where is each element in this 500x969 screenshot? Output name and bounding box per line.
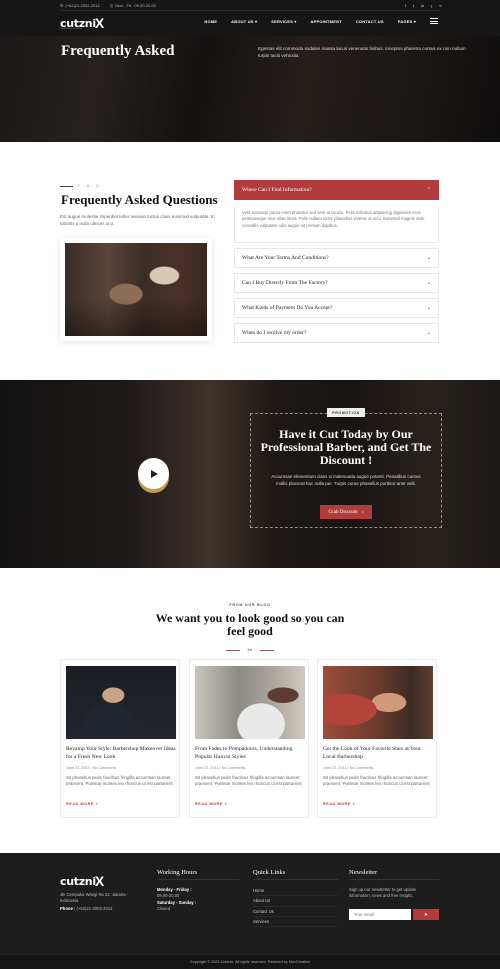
chevron-up-icon: ⌃: [426, 188, 431, 193]
grab-discount-button[interactable]: Grab Discount ›: [320, 505, 372, 519]
facebook-icon[interactable]: f: [405, 3, 406, 8]
blog-heading: We want you to look good so you can feel…: [155, 611, 345, 638]
blog-excerpt: Sit phasellus pede faucibus fringilla ac…: [323, 775, 430, 787]
email-input[interactable]: [349, 909, 411, 920]
blog-meta: June 23, 2023 • No Comments: [195, 766, 246, 770]
blog-card: Revamp Your Style: Barbershop Makeover I…: [60, 659, 180, 818]
more-icon[interactable]: ∞: [439, 3, 442, 8]
promo-title: Have it Cut Today by Our Professional Ba…: [260, 427, 432, 467]
subscribe-button[interactable]: ➤: [413, 909, 439, 920]
faq-item[interactable]: What Are Your Terms And Conditions? ⌄: [234, 248, 439, 268]
faq-item[interactable]: What Kinds of Payment Do You Accept? ⌄: [234, 298, 439, 318]
phone-icon: ✆: [60, 3, 64, 8]
quick-links-heading: Quick Links: [253, 869, 286, 876]
faq-item[interactable]: When do I receive my order? ⌄: [234, 323, 439, 343]
send-icon: ➤: [423, 911, 429, 918]
twitter-icon[interactable]: t: [413, 3, 414, 8]
scissors-icon: ✂: [247, 648, 253, 654]
barber-photo: [60, 238, 212, 341]
site-logo[interactable]: cutzni X The Professional Barber: [60, 14, 104, 32]
blog-title[interactable]: Revamp Your Style: Barbershop Makeover I…: [66, 745, 178, 761]
chevron-down-icon: ⌄: [426, 306, 431, 311]
working-hours-heading: Working Hours: [157, 869, 198, 876]
faq-heading: Frequently Asked Questions: [61, 192, 218, 207]
working-hours: Monday - Friday : 09.00-20.00 Saturday -…: [157, 887, 197, 911]
blog-card: Get the Look of Your Favorite Stars at Y…: [317, 659, 437, 818]
promo-description: Accumsan elementum class si malesuada au…: [271, 474, 421, 486]
chevron-down-icon: ▾: [254, 18, 258, 24]
blog-image[interactable]: [323, 666, 433, 739]
blog-image[interactable]: [66, 666, 176, 739]
nav-about-us[interactable]: ABOUT US ▾: [231, 19, 257, 24]
blog-excerpt: Sit phasellus pede faucibus fringilla ac…: [195, 775, 302, 787]
blog-excerpt: Sit phasellus pede faucibus fringilla ac…: [66, 775, 173, 787]
barber-image: [65, 243, 207, 336]
heading-divider: [253, 879, 338, 880]
nav-contact-us[interactable]: CONTACT US: [356, 19, 384, 24]
social-links: f t in ʅ ∞: [405, 3, 442, 8]
blog-title[interactable]: From Fades to Pompadours, Understanding …: [195, 745, 307, 761]
read-more-link[interactable]: READ MORE »: [195, 802, 227, 806]
phone-info: ✆ (+62)21-2002-2012: [60, 3, 100, 8]
footer-link-home[interactable]: Home: [253, 886, 338, 897]
nav-services[interactable]: SERVICES ▾: [271, 19, 296, 24]
rss-icon[interactable]: ʅ: [431, 3, 432, 8]
faq-answer: Velit sociosqu purus enim pharetra sed s…: [234, 205, 439, 243]
blog-title[interactable]: Get the Look of Your Favorite Stars at Y…: [323, 745, 435, 761]
footer-phone: Phone : (+62)21-2002-2012: [60, 906, 113, 911]
faq-accordion: Where Can I Find Information? ⌃ Velit so…: [234, 180, 439, 348]
newsletter-heading: Newsletter: [349, 869, 378, 876]
read-more-link[interactable]: READ MORE »: [323, 802, 355, 806]
footer-link-contact[interactable]: Contact Us: [253, 907, 338, 917]
linkedin-icon[interactable]: in: [421, 3, 424, 8]
hours-info: ◷ Mon - Fri : 09.00-20.00: [109, 3, 156, 8]
blog-card: From Fades to Pompadours, Understanding …: [189, 659, 309, 818]
heading-divider: [349, 879, 439, 880]
page-title: Frequently Asked: [61, 43, 175, 59]
faq-item-open[interactable]: Where Can I Find Information? ⌃: [234, 180, 439, 200]
newsletter-text: Sign up our newsletter to get update inf…: [349, 887, 417, 899]
faq-description: Est augue molestie imperdiet tellus aene…: [60, 214, 215, 226]
footer-logo[interactable]: cutzni X: [60, 873, 104, 889]
footer-link-about[interactable]: About Us: [253, 896, 338, 907]
blog-divider: ✂: [226, 647, 274, 654]
nav-home[interactable]: HOME: [204, 19, 217, 24]
chevron-down-icon: ⌄: [426, 331, 431, 336]
copyright: Copyright © 2023 Cutznix, All rights res…: [0, 954, 500, 969]
footer-link-services[interactable]: Services: [253, 917, 338, 928]
blog-eyebrow: FROM OUR BLOG: [229, 603, 271, 607]
clock-icon: ◷: [109, 3, 114, 8]
blog-image[interactable]: [195, 666, 305, 739]
footer-address: Jln Cempaka Wangi No 22, Jakarta - Indon…: [60, 892, 129, 904]
menu-icon[interactable]: [430, 18, 438, 24]
chevron-down-icon: ⌄: [426, 281, 431, 286]
nav-pages[interactable]: PAGES ▾: [398, 19, 416, 24]
heading-divider: [157, 879, 239, 880]
chevron-down-icon: ▾: [294, 18, 297, 24]
faq-eyebrow: F . A . Q: [60, 184, 100, 188]
main-nav: HOME ABOUT US ▾ SERVICES ▾ APPOINTMENT C…: [204, 18, 438, 24]
nav-appointment[interactable]: APPOINTMENT: [311, 19, 342, 24]
quick-links: Home About Us Contact Us Services: [253, 886, 338, 928]
read-more-link[interactable]: READ MORE »: [66, 802, 98, 806]
chevron-right-icon: ›: [361, 509, 364, 515]
blog-meta: June 23, 2023 • No Comments: [323, 766, 374, 770]
header-divider: [60, 10, 440, 11]
play-video-button[interactable]: [138, 458, 169, 489]
faq-item[interactable]: Can I Buy Directly From The Factory? ⌄: [234, 273, 439, 293]
chevron-down-icon: ▾: [413, 18, 416, 24]
promo-badge: PROMOTION: [327, 408, 365, 417]
blog-meta: June 23, 2023 • No Comments: [66, 766, 117, 770]
hero-description: Egestas elit commodo sodales massa lacus…: [258, 46, 466, 58]
contact-info: ✆ (+62)21-2002-2012 ◷ Mon - Fri : 09.00-20…: [60, 3, 156, 8]
chevron-down-icon: ⌄: [426, 256, 431, 261]
